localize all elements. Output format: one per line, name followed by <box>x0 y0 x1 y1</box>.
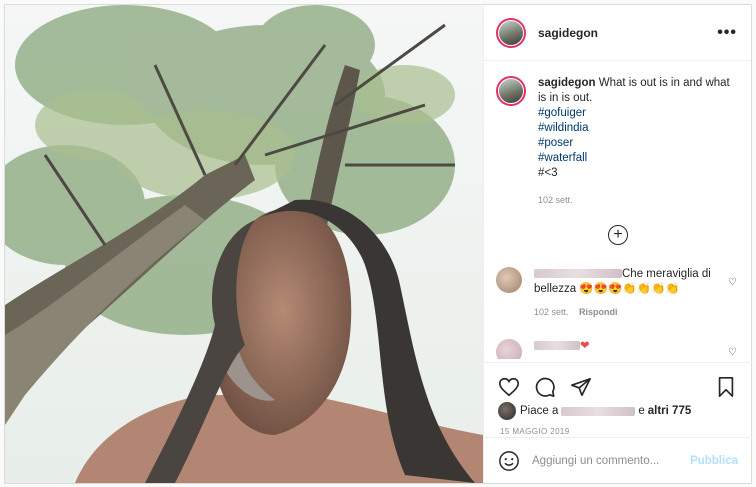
comment-age[interactable]: 102 sett. <box>534 307 569 317</box>
hashtag-wildindia[interactable]: #wildindia <box>538 121 733 136</box>
likes-connector: e <box>638 405 645 417</box>
comment-body: ❤ <box>534 339 714 359</box>
caption-username[interactable]: sagidegon <box>538 77 596 89</box>
caption-text-block: sagidegon What is out is in and what is … <box>538 76 733 208</box>
more-options-icon[interactable]: ••• <box>717 24 737 42</box>
avatar[interactable] <box>496 17 526 48</box>
post-photo[interactable] <box>5 5 483 483</box>
comment: Che meraviglia di bellezza 😍😍😍👏👏👏👏 102 s… <box>496 267 741 320</box>
comment-avatar[interactable] <box>496 339 522 359</box>
comment: ❤ <box>496 339 741 359</box>
hashtag-waterfall[interactable]: #waterfall <box>538 151 733 166</box>
comment-like-heart-icon[interactable]: ♡ <box>728 347 737 358</box>
hashtag-gofuiger[interactable]: #gofuiger <box>538 106 733 121</box>
comment-like-heart-icon[interactable]: ♡ <box>728 277 737 288</box>
likes-summary: Piace a e altri 775 <box>484 401 752 421</box>
share-icon[interactable] <box>570 376 592 398</box>
likes-others[interactable]: altri 775 <box>648 405 691 417</box>
liker-username-blurred[interactable] <box>561 406 636 416</box>
comment-username-blurred[interactable] <box>534 341 580 351</box>
avatar-image <box>499 20 523 45</box>
publish-button[interactable]: Pubblica <box>690 455 738 467</box>
comment-icon[interactable] <box>534 376 556 398</box>
like-heart-icon[interactable] <box>498 376 520 398</box>
caption-avatar-image <box>499 79 523 103</box>
comment-username-blurred[interactable] <box>534 269 622 279</box>
comment-meta: 102 sett. Rispondi <box>534 305 714 320</box>
comment-body: Che meraviglia di bellezza 😍😍😍👏👏👏👏 102 s… <box>534 267 714 320</box>
emoji-icon[interactable] <box>498 450 520 472</box>
caption-avatar[interactable] <box>496 76 526 106</box>
comment-avatar[interactable] <box>496 267 522 293</box>
post-image <box>5 5 483 483</box>
load-more-comments-icon[interactable]: + <box>608 225 628 245</box>
post-sidebar: sagidegon ••• sagidegon What is out is i… <box>483 5 752 483</box>
caption-extra: #<3 <box>538 167 558 179</box>
add-comment-bar: Pubblica <box>484 437 752 483</box>
instagram-post: sagidegon ••• sagidegon What is out is i… <box>4 4 752 484</box>
post-header: sagidegon ••• <box>484 5 751 61</box>
comment-text: ❤ <box>580 340 590 352</box>
likes-prefix: Piace a <box>520 405 559 417</box>
header-username[interactable]: sagidegon <box>538 26 598 40</box>
comment-input[interactable] <box>532 454 691 467</box>
hashtag-poser[interactable]: #poser <box>538 136 733 151</box>
action-icons <box>484 363 752 401</box>
caption: sagidegon What is out is in and what is … <box>484 61 751 208</box>
caption-age[interactable]: 102 sett. <box>538 193 733 208</box>
liker-avatar[interactable] <box>498 402 516 420</box>
bookmark-icon[interactable] <box>716 376 736 398</box>
reply-button[interactable]: Rispondi <box>579 307 618 317</box>
